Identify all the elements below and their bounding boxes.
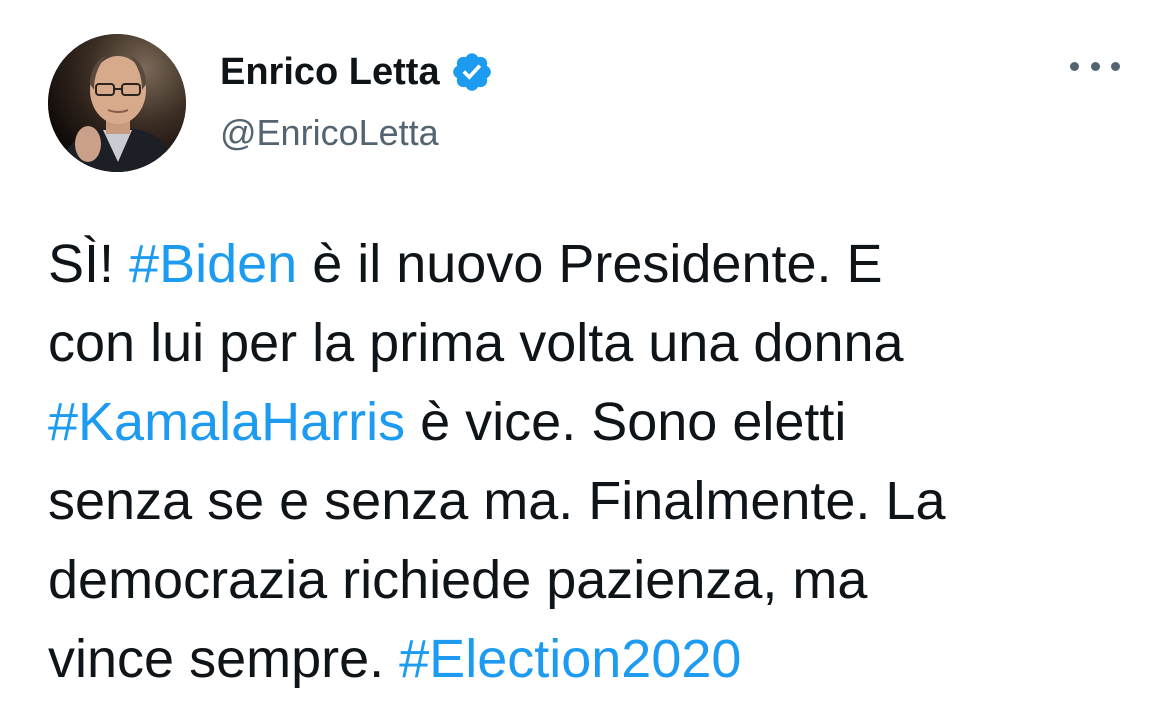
tweet-text-segment: senza se e senza ma. Finalmente. La	[48, 471, 946, 531]
more-options-icon[interactable]	[1070, 56, 1120, 76]
tweet-text: SÌ! #Biden è il nuovo Presidente. E con l…	[48, 225, 1148, 699]
hashtag-link[interactable]: #Election2020	[399, 629, 741, 689]
author-avatar[interactable]	[48, 34, 186, 172]
name-row: Enrico Letta	[220, 44, 494, 100]
tweet-text-segment: democrazia richiede pazienza, ma	[48, 550, 868, 610]
tweet-text-segment: è il nuovo Presidente. E	[297, 234, 883, 294]
tweet-text-line: senza se e senza ma. Finalmente. La	[48, 462, 1148, 541]
tweet-card: Enrico Letta @EnricoLetta SÌ! #Biden è i…	[0, 0, 1170, 715]
author-info: Enrico Letta @EnricoLetta	[220, 44, 494, 154]
author-handle[interactable]: @EnricoLetta	[220, 112, 494, 154]
tweet-text-line: con lui per la prima volta una donna	[48, 304, 1148, 383]
tweet-text-line: #KamalaHarris è vice. Sono eletti	[48, 383, 1148, 462]
avatar-image	[48, 34, 186, 172]
tweet-text-segment: vince sempre.	[48, 629, 400, 689]
dot	[1111, 61, 1120, 71]
verified-badge-icon	[450, 50, 494, 94]
dot	[1090, 61, 1100, 71]
hashtag-link[interactable]: #KamalaHarris	[48, 392, 405, 452]
tweet-text-segment: con lui per la prima volta una donna	[48, 313, 904, 373]
tweet-text-segment: è vice. Sono eletti	[405, 392, 847, 452]
tweet-text-line: SÌ! #Biden è il nuovo Presidente. E	[48, 225, 1148, 304]
dot	[1070, 61, 1079, 71]
hashtag-link[interactable]: #Biden	[129, 234, 297, 294]
tweet-text-segment: SÌ!	[48, 234, 130, 294]
tweet-text-line: vince sempre. #Election2020	[48, 620, 1148, 699]
tweet-text-line: democrazia richiede pazienza, ma	[48, 541, 1148, 620]
author-display-name[interactable]: Enrico Letta	[220, 51, 440, 94]
